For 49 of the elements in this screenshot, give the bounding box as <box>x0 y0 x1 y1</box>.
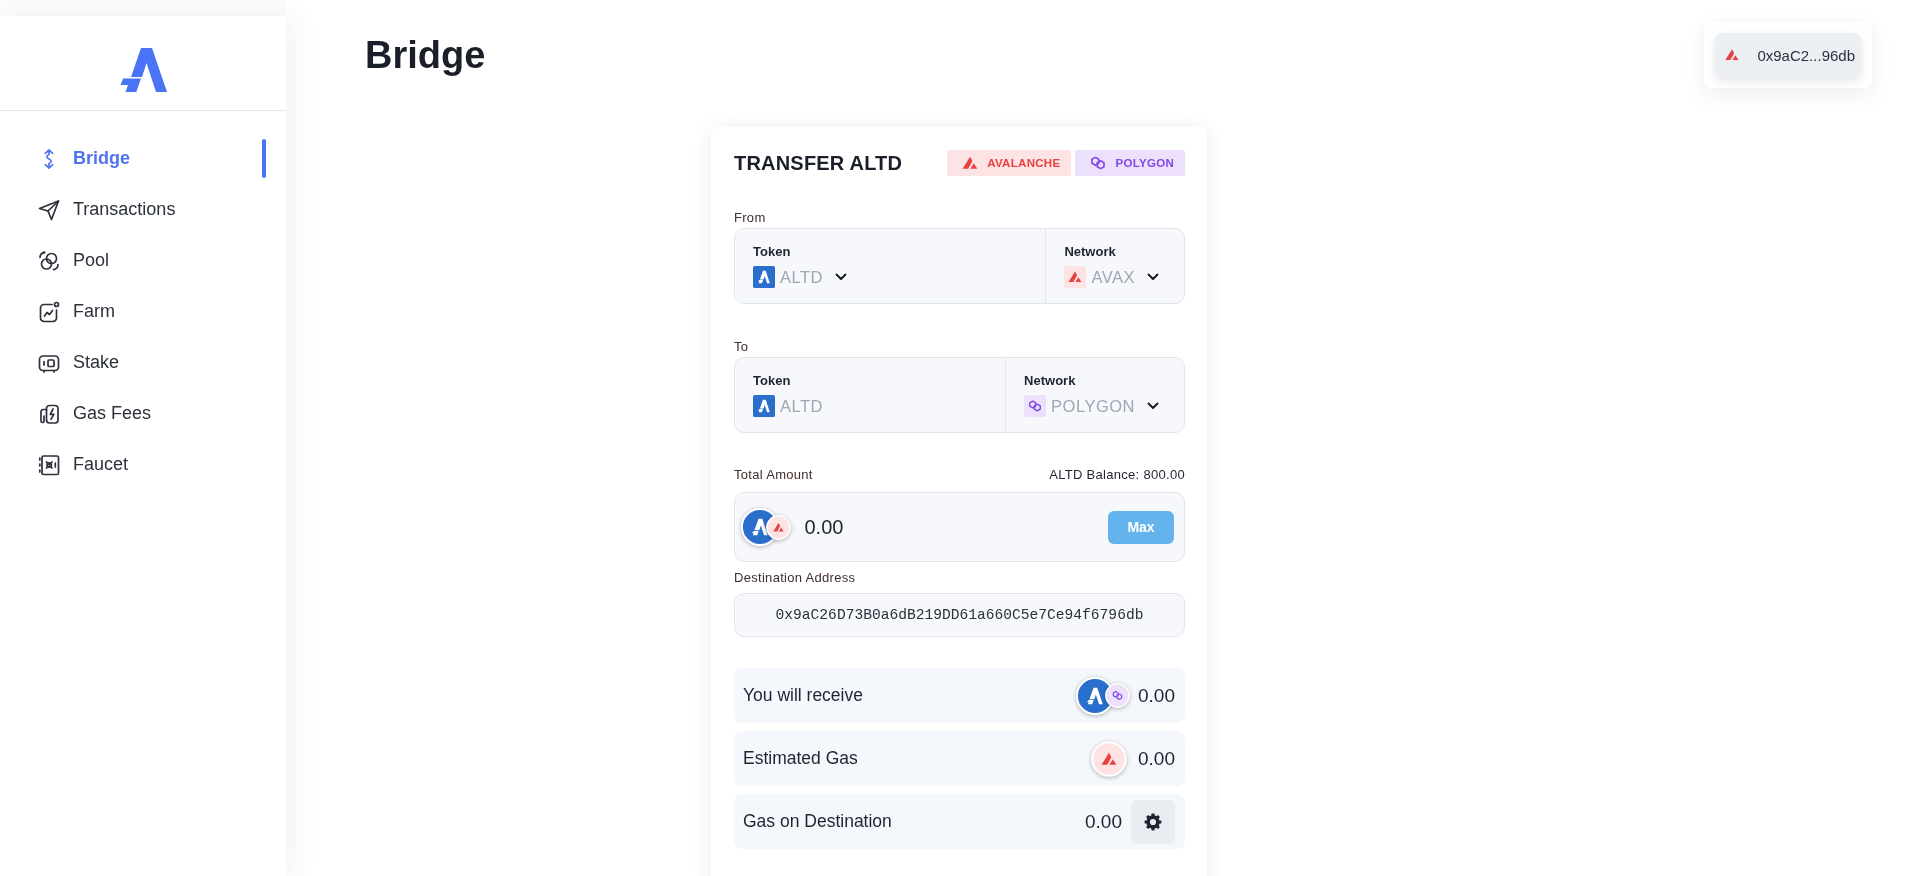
token-logo-icon <box>753 395 775 417</box>
sidebar-item[interactable]: Gas Fees <box>37 388 266 439</box>
amount-field[interactable]: 0.00 Max <box>734 492 1185 562</box>
token-name: ALTD <box>780 396 823 416</box>
field-label: Token <box>753 245 792 259</box>
field-label: Network <box>1024 374 1077 388</box>
summary-value: 0.00 <box>1138 747 1175 770</box>
triangle-logo-icon <box>1064 266 1087 288</box>
caret-icon <box>834 273 847 281</box>
summary-label: Gas on Destination <box>743 811 893 832</box>
chain-link-icon <box>1105 683 1130 708</box>
sidebar-item[interactable]: Faucet <box>37 439 266 490</box>
sidebar-item[interactable]: Stake <box>37 337 266 388</box>
chain-link-icon <box>1024 395 1047 417</box>
field-label: Token <box>753 374 792 388</box>
network-name: POLYGON <box>1115 157 1174 169</box>
caret-icon <box>1147 402 1159 410</box>
settings-icon <box>1144 812 1162 831</box>
field-label: Network <box>1064 245 1117 259</box>
sidebar-item[interactable]: Transactions <box>37 184 266 235</box>
address-field[interactable]: 0x9aC26D73B0a6dB219DD61a660C5e7Ce94f6796db <box>734 593 1185 637</box>
wallet-button[interactable]: 0x9aC2...96db <box>1715 33 1861 77</box>
section-label: To <box>734 339 750 355</box>
circles-icon <box>37 248 61 273</box>
section-label: From <box>734 210 767 226</box>
token-logo-icon <box>753 266 775 288</box>
card-title: TRANSFER ALTD <box>734 151 904 175</box>
paper-plane-icon <box>37 197 61 222</box>
caret-icon <box>1147 273 1159 281</box>
summary-value: 0.00 <box>1085 810 1122 833</box>
triangle-logo-icon <box>961 154 980 172</box>
sidebar-item[interactable]: Bridge <box>37 133 266 184</box>
app-logo-icon <box>119 48 167 92</box>
sidebar-item[interactable]: Farm <box>37 286 266 337</box>
summary-label: You will receive <box>743 685 864 706</box>
chain-link-icon <box>1089 154 1108 172</box>
triangle-logo-icon <box>1724 47 1741 63</box>
page-title: Bridge <box>365 35 486 75</box>
field-label: Destination Address <box>734 570 857 586</box>
settings-button[interactable] <box>1131 799 1175 844</box>
chart-icon <box>37 299 61 324</box>
summary-value: 0.00 <box>1138 684 1175 707</box>
balance-text: ALTD Balance: 800.00 <box>1049 467 1185 483</box>
network-name: AVALANCHE <box>987 157 1061 169</box>
cross-box-icon <box>37 452 61 477</box>
summary-label: Estimated Gas <box>743 748 859 769</box>
field-label: Total Amount <box>734 467 813 483</box>
triangle-logo-icon <box>1091 740 1127 777</box>
sidebar-item[interactable]: Pool <box>37 235 266 286</box>
